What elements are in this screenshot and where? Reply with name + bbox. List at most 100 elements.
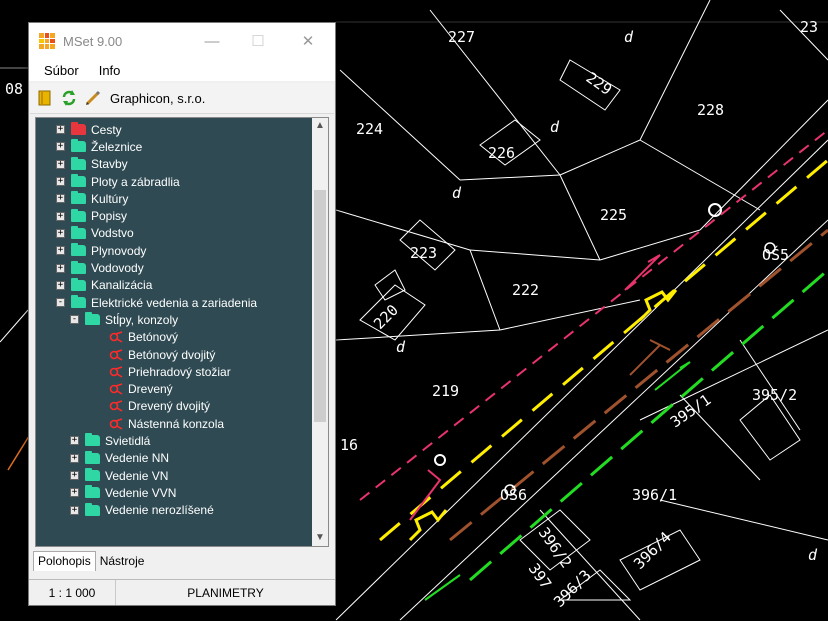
tab-polohopis[interactable]: Polohopis bbox=[33, 551, 96, 571]
folder-icon bbox=[71, 225, 86, 239]
parcel-396-1-label: 396/1 bbox=[632, 486, 677, 504]
tree-item[interactable]: + Vodovody bbox=[36, 259, 314, 276]
tree-item-label: Cesty bbox=[91, 122, 122, 137]
tree-item-label: Vedenie VVN bbox=[105, 485, 177, 500]
expand-icon[interactable]: + bbox=[70, 505, 79, 515]
folder-icon bbox=[71, 243, 86, 257]
menu-bar: Súbor Info bbox=[29, 59, 335, 81]
utility-lines bbox=[359, 129, 828, 601]
pole-symbol-icon bbox=[109, 348, 123, 361]
minimize-button[interactable]: — bbox=[189, 23, 235, 59]
scale-readout[interactable]: 1 : 1 000 bbox=[29, 580, 116, 605]
parcel-227-label: 227 bbox=[448, 28, 475, 46]
parcel-boundaries bbox=[335, 0, 828, 621]
tree-item[interactable]: + Železnice bbox=[36, 138, 314, 155]
tree-item[interactable]: + Kultúry bbox=[36, 190, 314, 207]
layer-tree[interactable]: + Cesty + Železnice + Stavby + Ploty a zábradli… bbox=[35, 117, 329, 547]
tree-item-label: Stĺpy, konzoly bbox=[105, 312, 179, 327]
collapse-icon[interactable]: - bbox=[70, 315, 79, 325]
expand-icon[interactable]: + bbox=[56, 177, 65, 187]
pole-symbol-icon bbox=[109, 331, 123, 343]
tree-item[interactable]: + Vodstvo bbox=[36, 225, 314, 242]
status-bar: 1 : 1 000 PLANIMETRY bbox=[29, 579, 335, 605]
scroll-down-icon[interactable]: ▼ bbox=[312, 530, 328, 546]
tree-scrollbar[interactable]: ▲ ▼ bbox=[312, 118, 328, 546]
folder-icon bbox=[85, 502, 100, 516]
tree-item[interactable]: + Popisy bbox=[36, 207, 314, 224]
parcel-219-label: 219 bbox=[432, 382, 459, 400]
tree-item[interactable]: + Ploty a zábradlia bbox=[36, 173, 314, 190]
parcel-226-label: 226 bbox=[488, 144, 515, 162]
tab-nastroje[interactable]: Nástroje bbox=[96, 551, 149, 571]
tree-leaf-item[interactable]: Drevený bbox=[36, 380, 314, 397]
app-logo-icon bbox=[39, 33, 55, 49]
tree-item-label: Drevený bbox=[128, 382, 173, 397]
expand-icon[interactable]: + bbox=[56, 280, 65, 290]
expand-icon[interactable]: + bbox=[70, 488, 79, 498]
close-button[interactable]: ✕ bbox=[285, 23, 331, 59]
tree-leaf-item[interactable]: Betónový bbox=[36, 329, 314, 346]
expand-icon[interactable]: + bbox=[70, 453, 79, 463]
layer-tree-list: + Cesty + Železnice + Stavby + Ploty a zábradli… bbox=[36, 121, 314, 519]
parcel-396-4-label: 396/4 bbox=[630, 528, 675, 573]
expand-icon[interactable]: + bbox=[56, 228, 65, 238]
tree-item[interactable]: + Vedenie nerozlíšené bbox=[36, 502, 314, 519]
scroll-thumb[interactable] bbox=[314, 190, 326, 422]
expand-icon[interactable]: + bbox=[70, 471, 79, 481]
os5-label: OŠ5 bbox=[762, 245, 789, 264]
tree-item[interactable]: + Cesty bbox=[36, 121, 314, 138]
title-bar[interactable]: MSet 9.00 — ☐ ✕ bbox=[29, 23, 335, 59]
tree-item[interactable]: + Stavby bbox=[36, 156, 314, 173]
tree-leaf-item[interactable]: Betónový dvojitý bbox=[36, 346, 314, 363]
tree-item-label: Drevený dvojitý bbox=[128, 399, 211, 414]
tree-item[interactable]: - Stĺpy, konzoly bbox=[36, 311, 314, 328]
tree-item-label: Priehradový stožiar bbox=[128, 364, 231, 379]
tree-leaf-item[interactable]: Drevený dvojitý bbox=[36, 398, 314, 415]
expand-icon[interactable]: + bbox=[70, 436, 79, 446]
expand-icon[interactable]: + bbox=[56, 194, 65, 204]
menu-info[interactable]: Info bbox=[89, 63, 131, 78]
tree-item[interactable]: + Svietidlá bbox=[36, 432, 314, 449]
parcel-224-label: 224 bbox=[356, 120, 383, 138]
menu-file[interactable]: Súbor bbox=[34, 63, 89, 78]
tree-item[interactable]: + Vedenie VN bbox=[36, 467, 314, 484]
tree-item[interactable]: + Vedenie NN bbox=[36, 450, 314, 467]
tree-item[interactable]: + Vedenie VVN bbox=[36, 484, 314, 501]
scroll-up-icon[interactable]: ▲ bbox=[312, 118, 328, 134]
tree-item[interactable]: + Kanalizácia bbox=[36, 277, 314, 294]
os6-label: OŠ6 bbox=[500, 485, 527, 504]
expand-icon[interactable]: + bbox=[56, 263, 65, 273]
tree-item[interactable]: + Plynovody bbox=[36, 242, 314, 259]
expand-icon[interactable]: + bbox=[56, 159, 65, 169]
expand-icon[interactable]: + bbox=[56, 246, 65, 256]
pole-symbol-icon bbox=[109, 417, 123, 430]
tree-item-label: Železnice bbox=[91, 139, 143, 154]
parcel-216-label: 16 bbox=[340, 436, 358, 454]
parcel-223-label: 223 bbox=[410, 244, 437, 262]
tree-item-label: Vodovody bbox=[91, 261, 144, 276]
folder-icon bbox=[71, 156, 86, 170]
pencil-icon[interactable] bbox=[84, 89, 102, 107]
maximize-button[interactable]: ☐ bbox=[235, 23, 281, 59]
tree-item-label: Popisy bbox=[91, 209, 128, 224]
mset-window[interactable]: MSet 9.00 — ☐ ✕ Súbor Info Graphicon, s.… bbox=[28, 22, 336, 606]
expand-icon[interactable]: + bbox=[56, 125, 65, 135]
tree-leaf-item[interactable]: Priehradový stožiar bbox=[36, 363, 314, 380]
folder-icon bbox=[71, 122, 86, 136]
tree-item-label: Betónový bbox=[128, 330, 179, 345]
parcel-397-label: 397 bbox=[525, 560, 555, 593]
folder-icon bbox=[85, 312, 100, 326]
expand-icon[interactable]: + bbox=[56, 211, 65, 221]
parcel-08-label: 08 bbox=[5, 80, 23, 98]
tree-leaf-item[interactable]: Nástenná konzola bbox=[36, 415, 314, 432]
parcel-395-2-label: 395/2 bbox=[752, 386, 797, 404]
refresh-icon[interactable] bbox=[60, 89, 78, 107]
collapse-icon[interactable]: - bbox=[56, 298, 65, 308]
land-type-label: d bbox=[452, 184, 462, 202]
book-icon[interactable] bbox=[36, 89, 54, 107]
map-left-strip bbox=[0, 67, 29, 343]
expand-icon[interactable]: + bbox=[56, 142, 65, 152]
tree-item[interactable]: - Elektrické vedenia a zariadenia bbox=[36, 294, 314, 311]
pole-symbol-icon bbox=[109, 400, 123, 413]
toolbar: Graphicon, s.r.o. bbox=[30, 83, 334, 114]
